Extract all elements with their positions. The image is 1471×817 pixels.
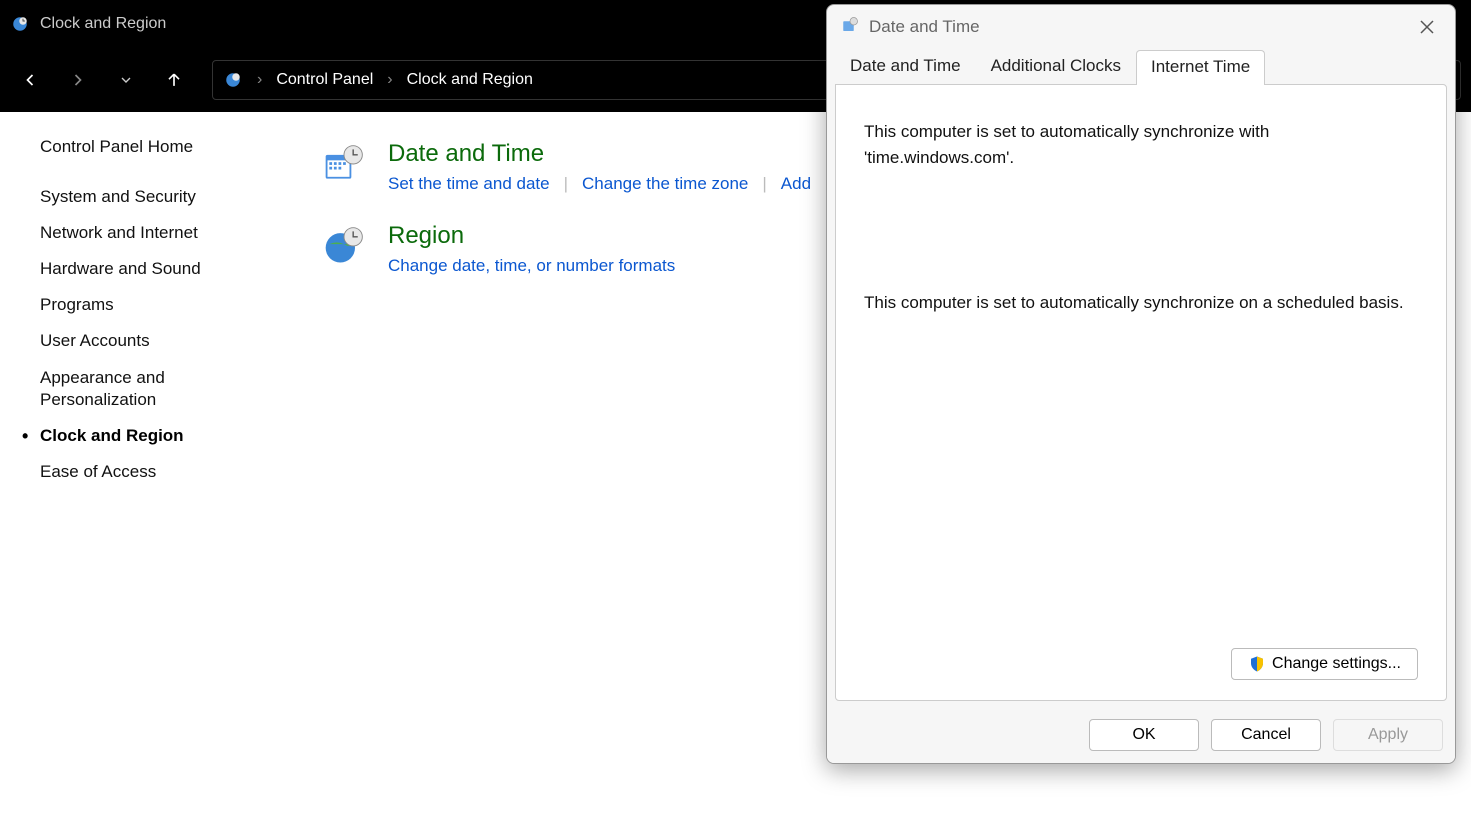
- tab-panel-internet-time: This computer is set to automatically sy…: [835, 84, 1447, 701]
- sidebar-item-network[interactable]: Network and Internet: [40, 222, 280, 244]
- recent-dropdown-button[interactable]: [106, 60, 146, 100]
- chevron-right-icon: ›: [257, 71, 262, 89]
- forward-button[interactable]: [58, 60, 98, 100]
- cancel-button[interactable]: Cancel: [1211, 719, 1321, 751]
- control-panel-icon: [223, 70, 243, 90]
- back-button[interactable]: [10, 60, 50, 100]
- shield-icon: [1248, 655, 1266, 673]
- up-button[interactable]: [154, 60, 194, 100]
- sidebar-item-system-security[interactable]: System and Security: [40, 186, 280, 208]
- dialog-titlebar[interactable]: Date and Time: [827, 5, 1455, 49]
- clock-region-icon: [10, 14, 30, 34]
- chevron-right-icon: ›: [387, 71, 392, 89]
- sidebar: Control Panel Home System and Security N…: [0, 112, 280, 817]
- sidebar-item-user-accounts[interactable]: User Accounts: [40, 330, 280, 352]
- tab-additional-clocks[interactable]: Additional Clocks: [976, 49, 1136, 84]
- link-change-formats[interactable]: Change date, time, or number formats: [388, 256, 675, 276]
- sidebar-item-ease-of-access[interactable]: Ease of Access: [40, 461, 280, 483]
- dialog-icon: [841, 16, 859, 39]
- region-icon: [320, 222, 368, 270]
- link-add-clocks[interactable]: Add: [781, 174, 811, 194]
- link-set-time-date[interactable]: Set the time and date: [388, 174, 550, 194]
- dialog-tabs: Date and Time Additional Clocks Internet…: [827, 49, 1455, 84]
- date-time-icon: [320, 140, 368, 188]
- sidebar-item-programs[interactable]: Programs: [40, 294, 280, 316]
- breadcrumb-root[interactable]: Control Panel: [276, 71, 373, 89]
- link-change-timezone[interactable]: Change the time zone: [582, 174, 748, 194]
- window-title: Clock and Region: [40, 15, 166, 33]
- close-button[interactable]: [1407, 11, 1447, 43]
- dialog-title: Date and Time: [869, 17, 980, 37]
- dialog-button-row: OK Cancel Apply: [827, 709, 1455, 763]
- tab-date-time[interactable]: Date and Time: [835, 49, 976, 84]
- apply-button: Apply: [1333, 719, 1443, 751]
- sync-schedule-text: This computer is set to automatically sy…: [864, 290, 1418, 316]
- sidebar-item-clock-region[interactable]: Clock and Region: [40, 425, 280, 447]
- sidebar-item-hardware[interactable]: Hardware and Sound: [40, 258, 280, 280]
- category-title[interactable]: Region: [388, 222, 675, 250]
- ok-button[interactable]: OK: [1089, 719, 1199, 751]
- category-title[interactable]: Date and Time: [388, 140, 811, 168]
- sidebar-home[interactable]: Control Panel Home: [40, 136, 280, 158]
- change-settings-button[interactable]: Change settings...: [1231, 648, 1418, 680]
- change-settings-label: Change settings...: [1272, 655, 1401, 673]
- tab-internet-time[interactable]: Internet Time: [1136, 50, 1265, 85]
- date-time-dialog: Date and Time Date and Time Additional C…: [826, 4, 1456, 764]
- sync-status-text: This computer is set to automatically sy…: [864, 119, 1418, 170]
- breadcrumb-current[interactable]: Clock and Region: [407, 71, 533, 89]
- sidebar-item-appearance[interactable]: Appearance and Personalization: [40, 367, 280, 411]
